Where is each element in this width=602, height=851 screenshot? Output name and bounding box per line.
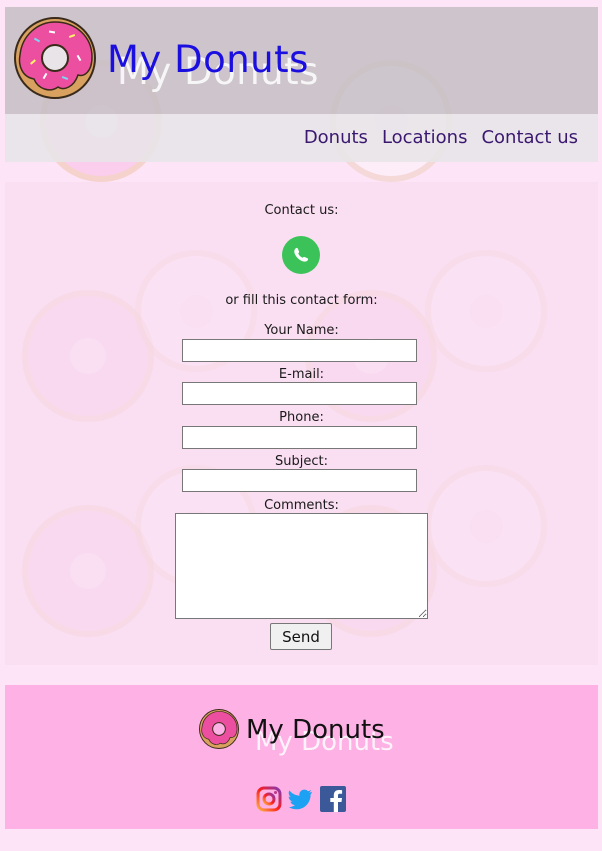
site-header: My Donuts My Donuts Donuts Locations Con… [5, 7, 598, 162]
comments-label: Comments: [264, 498, 339, 513]
nav-link-donuts[interactable]: Donuts [304, 127, 368, 148]
phone-label: Phone: [279, 410, 324, 425]
instagram-icon[interactable] [256, 786, 282, 812]
footer-title: My Donuts [246, 715, 385, 745]
site-footer: My Donuts My Donuts [5, 685, 598, 829]
site-title[interactable]: My Donuts [107, 38, 309, 81]
contact-heading: Contact us: [264, 203, 339, 218]
footer-donut-logo-icon [199, 709, 239, 749]
header-banner: My Donuts My Donuts [5, 7, 598, 114]
email-input[interactable] [182, 382, 417, 405]
main-navigation: Donuts Locations Contact us [5, 114, 598, 162]
whatsapp-icon[interactable] [282, 236, 320, 274]
email-label: E-mail: [278, 367, 325, 382]
facebook-icon[interactable] [320, 786, 346, 812]
nav-link-locations[interactable]: Locations [382, 127, 468, 148]
name-label: Your Name: [264, 323, 339, 338]
name-input[interactable] [182, 339, 417, 362]
subject-input[interactable] [182, 469, 417, 492]
subject-label: Subject: [275, 454, 328, 469]
comments-textarea[interactable] [175, 513, 428, 619]
contact-section: Contact us: or fill this contact form: Y… [5, 182, 598, 665]
send-button[interactable]: Send [270, 623, 332, 650]
donut-logo-icon[interactable] [14, 17, 96, 99]
nav-link-contact-us[interactable]: Contact us [481, 127, 578, 148]
phone-input[interactable] [182, 426, 417, 449]
contact-form-intro: or fill this contact form: [225, 293, 378, 308]
twitter-icon[interactable] [288, 786, 314, 812]
